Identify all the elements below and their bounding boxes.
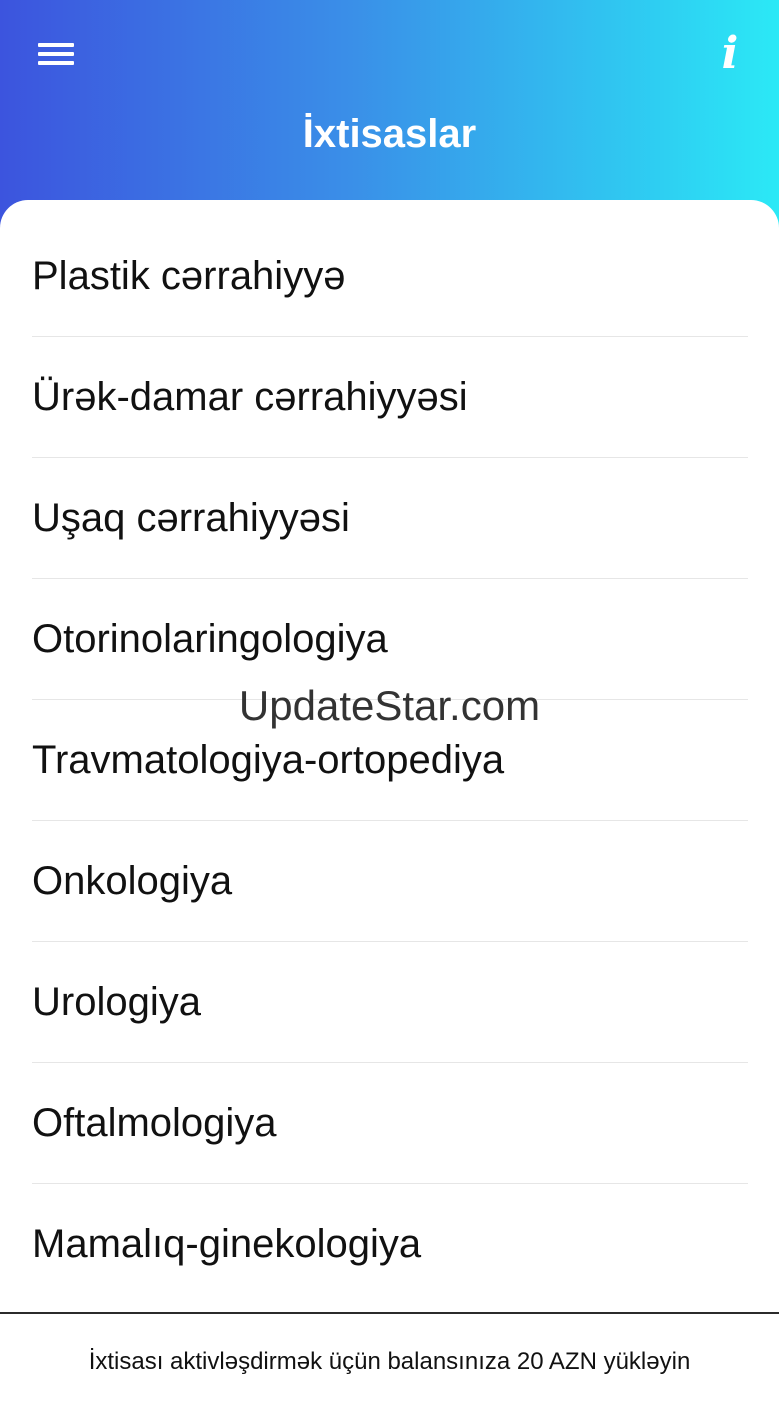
menu-line — [38, 52, 74, 56]
footer-bar: İxtisası aktivləşdirmək üçün balansınıza… — [0, 1312, 779, 1404]
list-item[interactable]: Mamalıq-ginekologiya — [32, 1184, 748, 1304]
activation-notice: İxtisası aktivləşdirmək üçün balansınıza… — [88, 1348, 691, 1375]
list-item[interactable]: Uşaq cərrahiyyəsi — [32, 458, 748, 579]
hamburger-menu-icon[interactable] — [32, 34, 78, 74]
menu-line — [38, 61, 74, 65]
list-item[interactable]: Otorinolaringologiya — [32, 579, 748, 700]
list-item[interactable]: Plastik cərrahiyyə — [32, 216, 748, 337]
menu-line — [38, 43, 74, 47]
list-item[interactable]: Oftalmologiya — [32, 1063, 748, 1184]
specialties-card: Plastik cərrahiyyə Ürək-damar cərrahiyyə… — [0, 200, 779, 1404]
list-item[interactable]: Travmatologiya-ortopediya — [32, 700, 748, 821]
specialties-list: Plastik cərrahiyyə Ürək-damar cərrahiyyə… — [32, 216, 748, 1304]
list-item[interactable]: Onkologiya — [32, 821, 748, 942]
list-item[interactable]: Ürək-damar cərrahiyyəsi — [32, 337, 748, 458]
app-screen: i İxtisaslar Plastik cərrahiyyə Ürək-dam… — [0, 0, 779, 1404]
info-icon[interactable]: i — [715, 28, 745, 80]
list-item[interactable]: Urologiya — [32, 942, 748, 1063]
page-title: İxtisaslar — [302, 112, 477, 156]
